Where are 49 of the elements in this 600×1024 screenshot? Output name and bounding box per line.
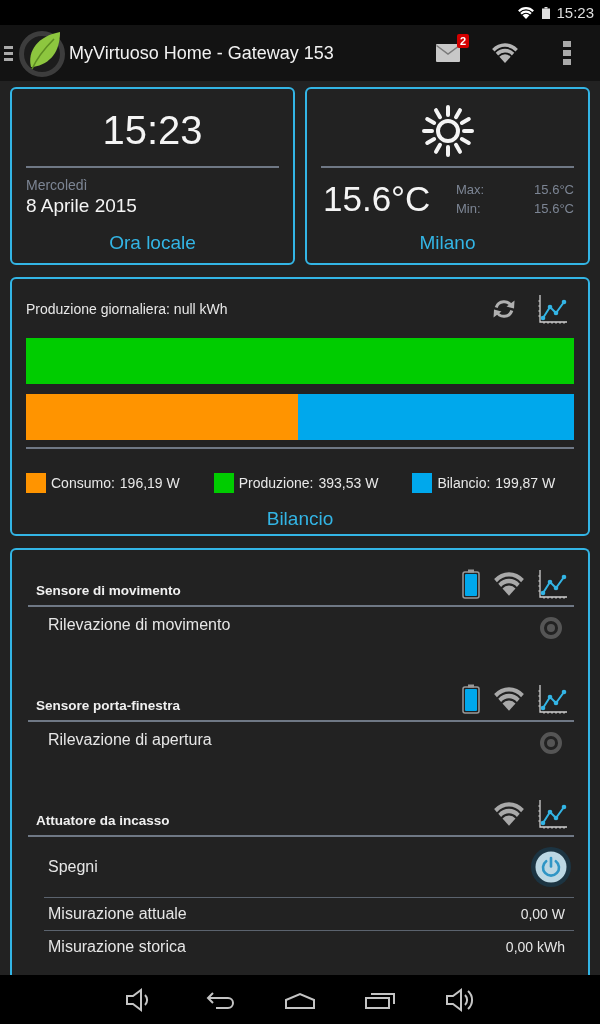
app-title: MyVirtuoso Home - Gateway 153: [69, 42, 334, 64]
line-chart-icon[interactable]: [538, 799, 568, 829]
wifi-icon: [494, 802, 524, 826]
measurement-value: 0,00 kWh: [505, 939, 565, 955]
max-label: Max:: [456, 181, 485, 198]
clock-time: 15:23: [102, 107, 203, 153]
min-value: 15.6°C: [534, 200, 574, 217]
legend-label: Consumo:: [51, 475, 115, 491]
refresh-icon[interactable]: [492, 297, 516, 321]
status-time: 15:23: [556, 3, 594, 22]
battery-icon: [542, 6, 551, 19]
card-caption: Milano: [419, 231, 476, 255]
card-caption: Ora locale: [109, 231, 196, 255]
row-label: Spegni: [48, 857, 98, 877]
min-label: Min:: [456, 200, 482, 217]
max-value: 15.6°C: [534, 181, 574, 198]
device-title: Attuatore da incasso: [36, 813, 170, 829]
volume-up-icon[interactable]: [444, 987, 476, 1012]
legend-value: 196,19 W: [119, 475, 180, 491]
wifi-icon: [494, 687, 524, 711]
line-chart-icon[interactable]: [538, 569, 568, 599]
notification-badge: 2: [456, 34, 469, 48]
sun-icon: [420, 104, 475, 158]
legend-value: 199,87 W: [495, 475, 556, 491]
row-label: Misurazione attuale: [48, 904, 187, 924]
temperature-value: 15.6°C: [323, 178, 431, 220]
wifi-icon: [518, 6, 535, 19]
card-caption: Bilancio: [266, 507, 334, 531]
row-label: Rilevazione di apertura: [48, 730, 212, 750]
wifi-icon[interactable]: [492, 43, 518, 63]
daily-production-text: Produzione giornaliera: null kWh: [26, 301, 228, 317]
legend-label: Produzione:: [238, 475, 314, 491]
mail-icon[interactable]: [436, 44, 460, 62]
date-label: 8 Aprile 2015: [26, 194, 137, 218]
legend-value: 393,53 W: [318, 475, 379, 491]
row-label: Rilevazione di movimento: [48, 615, 231, 635]
menu-icon[interactable]: [4, 45, 13, 61]
weekday-label: Mercoledì: [26, 176, 88, 194]
line-chart-icon[interactable]: [538, 294, 568, 324]
device-title: Sensore di movimento: [36, 583, 181, 599]
power-button[interactable]: [531, 847, 571, 887]
leaf-logo-icon[interactable]: [18, 29, 66, 77]
device-title: Sensore porta-finestra: [36, 698, 181, 714]
measurement-value: 0,00 W: [520, 906, 565, 922]
row-label: Misurazione storica: [48, 937, 186, 957]
overflow-menu-icon[interactable]: [563, 41, 571, 65]
wifi-icon: [494, 572, 524, 596]
legend-label: Bilancio:: [437, 475, 491, 491]
line-chart-icon[interactable]: [538, 684, 568, 714]
